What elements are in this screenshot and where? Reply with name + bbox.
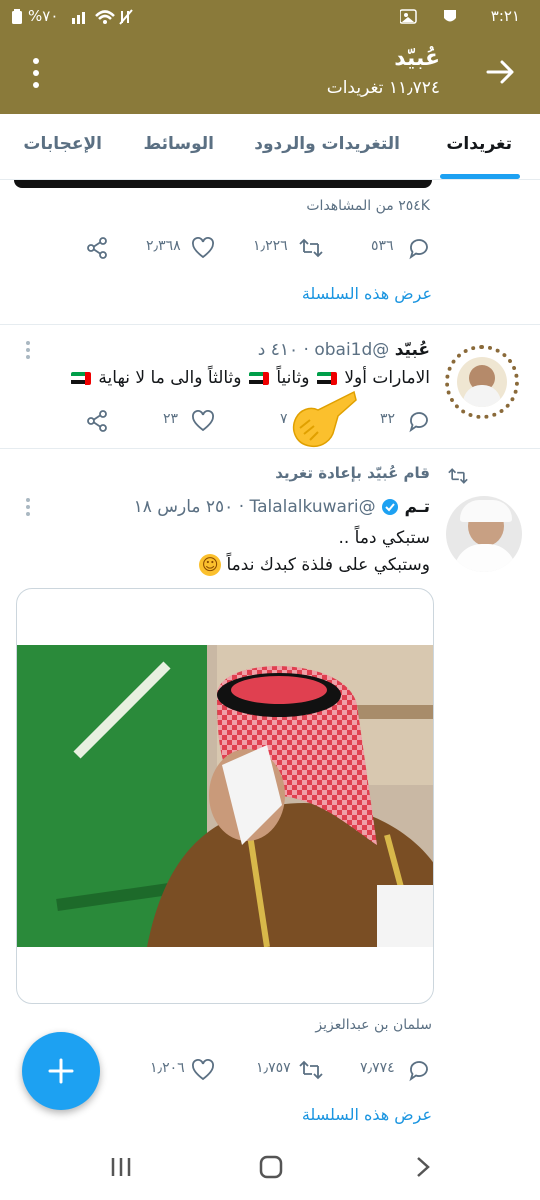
media-card[interactable] xyxy=(16,588,434,1004)
home-icon[interactable] xyxy=(259,1155,283,1179)
tweet-menu-icon[interactable] xyxy=(24,497,32,517)
active-tab-indicator xyxy=(440,174,520,179)
back-arrow-icon[interactable] xyxy=(484,56,516,88)
uae-flag-icon xyxy=(316,371,337,385)
divider xyxy=(0,324,540,325)
tweet-photo[interactable] xyxy=(17,645,434,947)
tab-media[interactable]: الوسائط xyxy=(143,134,214,154)
show-thread-link[interactable]: عرض هذه السلسلة xyxy=(302,284,432,303)
profile-tabs: تغريدات التغريدات والردود الوسائط الإعجا… xyxy=(0,114,540,180)
tweet-text-line-2: وستبكي على فلذة كبدك ندماً ☺ xyxy=(199,554,430,576)
tab-likes[interactable]: الإعجابات xyxy=(23,134,102,154)
back-icon[interactable] xyxy=(414,1155,432,1179)
tab-tweets[interactable]: تغريدات xyxy=(446,134,512,154)
smiling-emoji-icon: ☺ xyxy=(199,554,222,576)
tweet-time: ٢٥٠ مارس ١٨ xyxy=(133,497,234,517)
recent-apps-icon[interactable] xyxy=(110,1156,132,1178)
like-count: ٢٫٣٦٨ xyxy=(146,238,181,254)
like-icon[interactable] xyxy=(191,1059,215,1081)
divider xyxy=(0,448,540,449)
tweet-menu-icon[interactable] xyxy=(24,340,32,360)
avatar[interactable] xyxy=(446,496,522,572)
retweeted-icon xyxy=(448,468,468,484)
share-icon[interactable] xyxy=(86,237,108,259)
status-time: ٣:٢١ xyxy=(490,7,520,25)
signal-icons xyxy=(72,9,133,25)
share-icon[interactable] xyxy=(86,410,108,432)
reply-icon[interactable] xyxy=(407,236,431,260)
status-icons xyxy=(400,9,456,24)
like-count: ٢٣ xyxy=(163,411,179,427)
retweet-count: ١٫٢٢٦ xyxy=(253,238,288,254)
like-count: ١٫٢٠٦ xyxy=(150,1060,185,1076)
view-count: ٢٥٤K من المشاهدات xyxy=(306,198,430,214)
reply-icon[interactable] xyxy=(407,1058,431,1082)
tweet-meta: عُبيّد @obai1d · ٤١٠ د xyxy=(257,340,430,360)
more-options-icon[interactable] xyxy=(28,56,44,90)
author-name[interactable]: تـم xyxy=(404,497,430,517)
retweet-icon[interactable] xyxy=(298,236,324,260)
author-handle: @Talalalkuwari xyxy=(249,497,376,517)
system-nav-bar xyxy=(0,1140,540,1200)
uae-flag-icon xyxy=(71,371,92,385)
media-bottom-edge xyxy=(14,180,432,188)
tweet-text-line-1: ستبكي دماً .. xyxy=(338,528,430,548)
retweet-count: ٧ xyxy=(280,411,288,427)
reply-count: ٥٣٦ xyxy=(371,238,394,254)
like-icon[interactable] xyxy=(191,410,215,432)
status-bar: ٣:٢١ %٧٠ xyxy=(0,0,540,34)
author-handle: @obai1d xyxy=(314,340,390,360)
avatar[interactable] xyxy=(445,345,519,419)
retweet-label: قام عُبيّد بإعادة تغريد xyxy=(275,464,430,482)
tweet-time: ٤١٠ د xyxy=(257,340,299,360)
tweet-text: الامارات أولا وثانياً وثالثاً والى ما لا… xyxy=(69,368,430,388)
profile-header: عُبيّد ١١٫٧٢٤ تغريدات xyxy=(0,34,540,114)
tweet-meta: تـم @Talalalkuwari · ٢٥٠ مارس ١٨ xyxy=(133,497,430,517)
retweet-icon[interactable] xyxy=(298,1058,324,1082)
verified-badge-icon xyxy=(382,499,399,515)
pointing-hand-icon xyxy=(292,390,357,448)
reply-count: ٧٫٧٧٤ xyxy=(360,1060,395,1076)
battery-icon xyxy=(12,9,22,24)
compose-tweet-button[interactable] xyxy=(22,1032,100,1110)
tab-tweets-replies[interactable]: التغريدات والردود xyxy=(254,134,400,154)
plus-icon xyxy=(48,1058,74,1084)
reply-count: ٣٢ xyxy=(380,411,396,427)
tweet-count: ١١٫٧٢٤ تغريدات xyxy=(326,78,440,98)
reply-icon[interactable] xyxy=(407,409,431,433)
like-icon[interactable] xyxy=(191,237,215,259)
uae-flag-icon xyxy=(248,371,269,385)
author-name[interactable]: عُبيّد xyxy=(395,340,430,360)
image-caption: سلمان بن عبدالعزيز xyxy=(315,1017,432,1033)
show-thread-link[interactable]: عرض هذه السلسلة xyxy=(302,1105,432,1124)
battery-percent: %٧٠ xyxy=(28,7,59,25)
profile-name: عُبيّد xyxy=(394,46,440,71)
retweet-count: ١٫٧٥٧ xyxy=(256,1060,291,1076)
